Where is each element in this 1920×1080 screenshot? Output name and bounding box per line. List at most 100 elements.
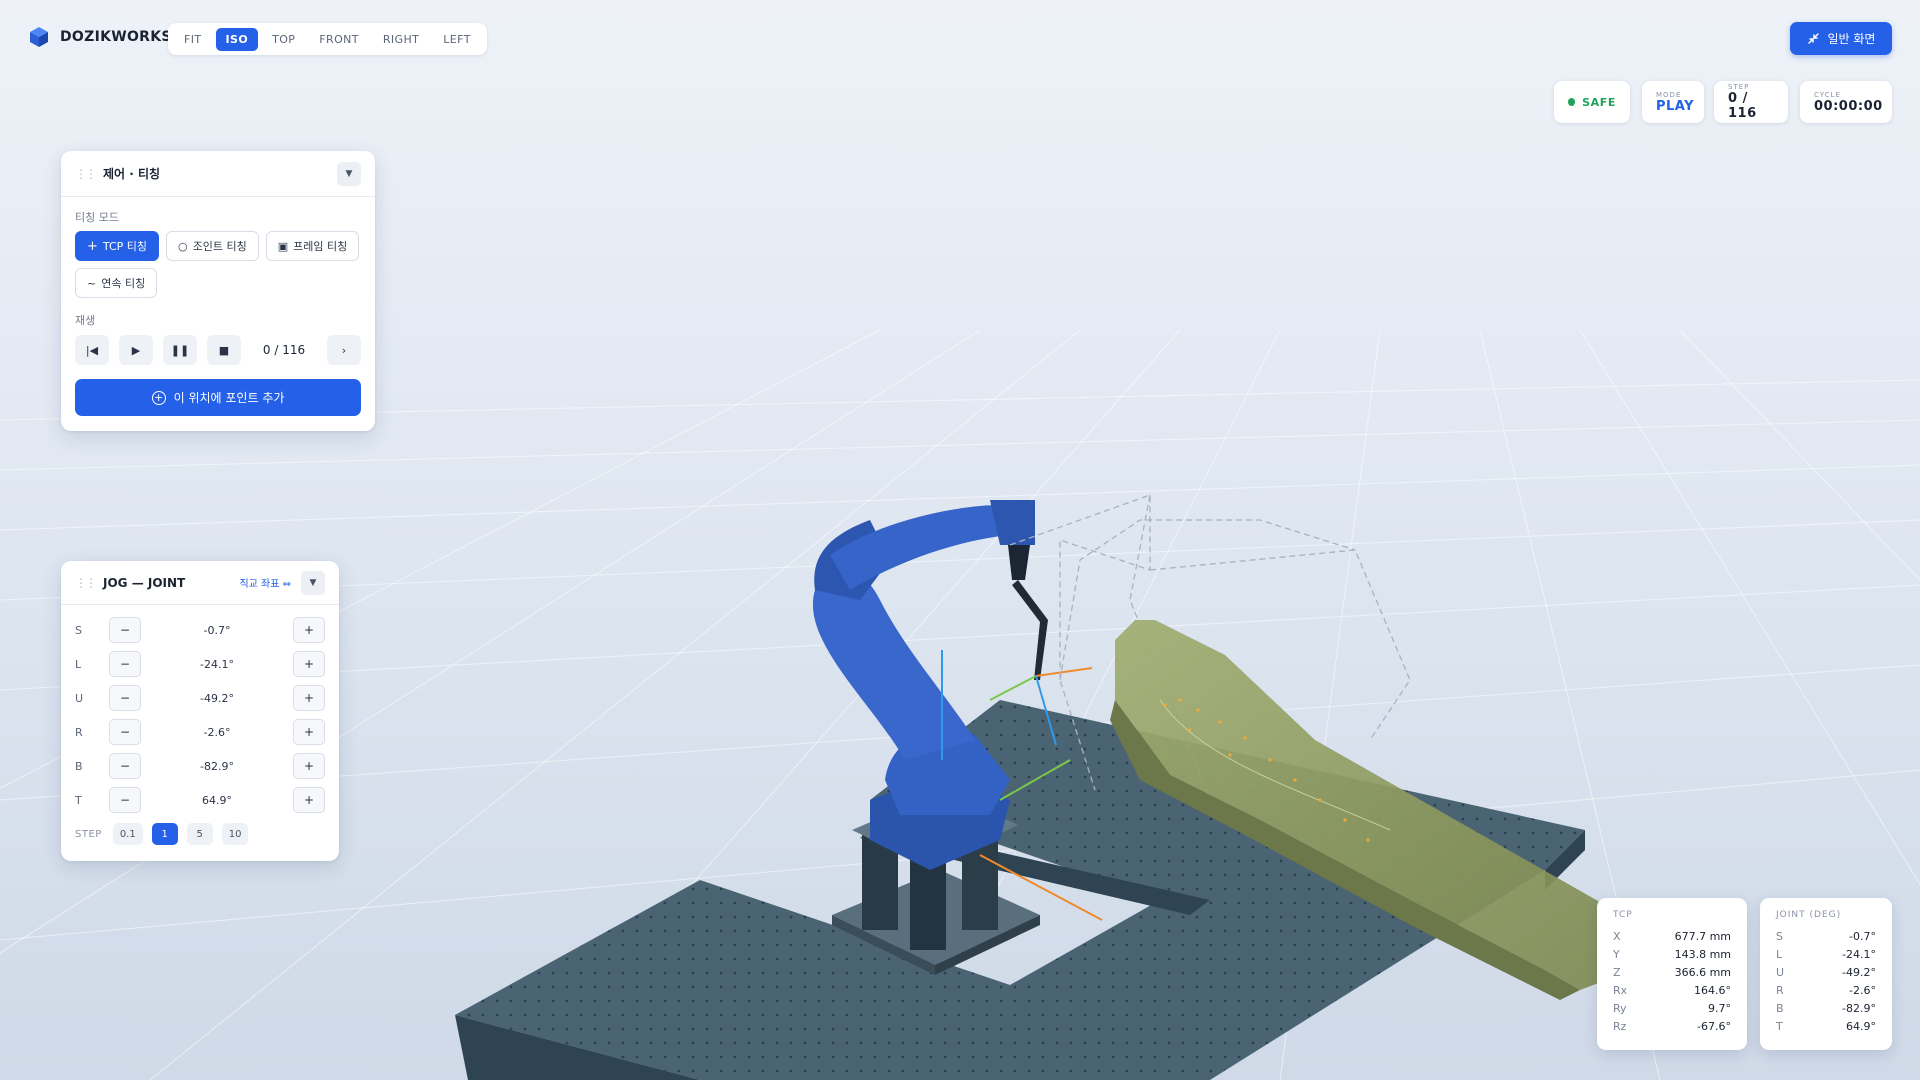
jog-u-minus-button[interactable]: −	[109, 685, 141, 711]
jog-r-plus-button[interactable]: +	[293, 719, 325, 745]
jog-collapse-button[interactable]: ▼	[301, 570, 325, 595]
jog-step-selector: STEP 0.1 1 5 10	[75, 823, 325, 845]
tcp-value: 366.6 mm	[1674, 965, 1731, 979]
tab-fit[interactable]: FIT	[174, 28, 212, 51]
pause-button[interactable]: ❚❚	[163, 335, 197, 365]
control-teaching-panel: ⋮⋮ 제어 · 티칭 ▼ 티칭 모드 + TCP 티칭 ○ 조인트 티칭 ▣ 프…	[61, 151, 375, 431]
joint-row-b: B -82.9°	[1776, 999, 1876, 1017]
tab-top[interactable]: TOP	[262, 28, 305, 51]
skip-start-icon: |◀	[85, 343, 99, 357]
jog-r-minus-button[interactable]: −	[109, 719, 141, 745]
skip-start-button[interactable]: |◀	[75, 335, 109, 365]
stop-button[interactable]: ■	[207, 335, 241, 365]
joint-teach-button[interactable]: ○ 조인트 티칭	[166, 231, 259, 261]
tab-right[interactable]: RIGHT	[373, 28, 429, 51]
view-tabs: FIT ISO TOP FRONT RIGHT LEFT	[168, 23, 487, 55]
continuous-teach-label: 연속 티칭	[101, 277, 146, 290]
tcp-value: 143.8 mm	[1674, 947, 1731, 961]
circle-icon: ○	[178, 239, 188, 253]
jog-row-r: R − -2.6° +	[75, 715, 325, 749]
normal-view-button[interactable]: 일반 화면	[1790, 22, 1892, 55]
jog-b-minus-button[interactable]: −	[109, 753, 141, 779]
tcp-key: Ry	[1613, 1001, 1627, 1015]
jog-l-plus-button[interactable]: +	[293, 651, 325, 677]
jog-axis-label: T	[75, 793, 82, 807]
tcp-row-z: Z 366.6 mm	[1613, 963, 1731, 981]
jog-panel-header[interactable]: ⋮⋮ JOG — JOINT 직교 좌표 ⇔ ▼	[61, 561, 339, 605]
jog-l-value: -24.1°	[200, 657, 234, 671]
play-button[interactable]: ▶	[119, 335, 153, 365]
tcp-row-rz: Rz -67.6°	[1613, 1017, 1731, 1035]
jog-t-plus-button[interactable]: +	[293, 787, 325, 813]
play-icon: ▶	[131, 343, 141, 357]
jog-s-plus-button[interactable]: +	[293, 617, 325, 643]
jog-s-minus-button[interactable]: −	[109, 617, 141, 643]
tcp-key: Z	[1613, 965, 1621, 979]
step-value: 0 / 116	[1728, 91, 1757, 121]
cycle-status: CYCLE 00:00:00	[1800, 81, 1892, 123]
mode-label: MODE	[1656, 90, 1682, 99]
safe-status-text: SAFE	[1582, 95, 1616, 109]
jog-l-minus-button[interactable]: −	[109, 651, 141, 677]
jog-axis-label: B	[75, 759, 83, 773]
jog-row-b: B − -82.9° +	[75, 749, 325, 783]
control-panel-title: 제어 · 티칭	[103, 167, 161, 181]
control-panel-header[interactable]: ⋮⋮ 제어 · 티칭 ▼	[61, 151, 375, 197]
cartesian-toggle-label: 직교 좌표	[239, 579, 280, 590]
joint-readout: JOINT (DEG) S -0.7° L -24.1° U -49.2° R -2.6…	[1760, 898, 1892, 1050]
tcp-value: 9.7°	[1708, 1001, 1731, 1015]
tcp-key: Y	[1613, 947, 1620, 961]
playback-counter: 0 / 116	[262, 343, 306, 357]
cube-logo-icon	[30, 27, 48, 47]
joint-value: 64.9°	[1846, 1019, 1876, 1033]
jog-t-minus-button[interactable]: −	[109, 787, 141, 813]
tab-front[interactable]: FRONT	[309, 28, 369, 51]
next-step-button[interactable]: ›	[327, 335, 361, 365]
joint-row-u: U -49.2°	[1776, 963, 1876, 981]
drag-handle-icon[interactable]: ⋮⋮	[75, 576, 97, 590]
joint-key: B	[1776, 1001, 1784, 1015]
jog-t-value: 64.9°	[202, 793, 232, 807]
jog-s-value: -0.7°	[203, 623, 231, 637]
frame-icon: ▣	[277, 239, 289, 253]
chevron-right-icon: ›	[341, 343, 347, 357]
step-10-button[interactable]: 10	[221, 823, 249, 845]
tcp-teach-button[interactable]: + TCP 티칭	[75, 231, 160, 261]
brand-name: DOZIKWORKS	[60, 29, 172, 45]
continuous-teach-button[interactable]: ~ 연속 티칭	[75, 268, 158, 298]
tcp-value: 164.6°	[1694, 983, 1731, 997]
joint-value: -24.1°	[1842, 947, 1876, 961]
jog-row-u: U − -49.2° +	[75, 681, 325, 715]
jog-row-t: T − 64.9° +	[75, 783, 325, 817]
add-point-button[interactable]: + 이 위치에 포인트 추가	[75, 379, 361, 416]
jog-u-value: -49.2°	[200, 691, 234, 705]
cartesian-toggle[interactable]: 직교 좌표 ⇔	[239, 575, 291, 590]
joint-value: -2.6°	[1849, 983, 1876, 997]
chevron-down-icon: ▼	[345, 168, 353, 179]
tcp-readout: TCP X 677.7 mm Y 143.8 mm Z 366.6 mm Rx 164.…	[1597, 898, 1747, 1050]
jog-joint-panel: ⋮⋮ JOG — JOINT 직교 좌표 ⇔ ▼ S − -0.7° + L −…	[61, 561, 339, 861]
normal-view-label: 일반 화면	[1827, 32, 1876, 46]
tab-left[interactable]: LEFT	[433, 28, 481, 51]
step-0-1-button[interactable]: 0.1	[112, 823, 143, 845]
collapse-arrows-icon	[1807, 33, 1819, 44]
step-1-button[interactable]: 1	[151, 823, 178, 845]
collapse-button[interactable]: ▼	[337, 161, 361, 186]
safe-dot-icon	[1568, 98, 1576, 106]
jog-u-plus-button[interactable]: +	[293, 685, 325, 711]
step-5-button[interactable]: 5	[186, 823, 213, 845]
tcp-value: 677.7 mm	[1674, 929, 1731, 943]
step-label: STEP	[1728, 83, 1750, 91]
jog-r-value: -2.6°	[203, 725, 231, 739]
joint-row-s: S -0.7°	[1776, 927, 1876, 945]
tab-iso[interactable]: ISO	[215, 27, 259, 51]
joint-row-l: L -24.1°	[1776, 945, 1876, 963]
joint-readout-title: JOINT (DEG)	[1776, 910, 1842, 920]
mode-status: MODE PLAY	[1642, 81, 1704, 123]
jog-b-plus-button[interactable]: +	[293, 753, 325, 779]
mode-value: PLAY	[1656, 98, 1695, 114]
drag-handle-icon[interactable]: ⋮⋮	[75, 167, 97, 181]
frame-teach-button[interactable]: ▣ 프레임 티칭	[265, 231, 360, 261]
step-status: STEP 0 / 116	[1714, 81, 1788, 123]
joint-row-t: T 64.9°	[1776, 1017, 1876, 1035]
